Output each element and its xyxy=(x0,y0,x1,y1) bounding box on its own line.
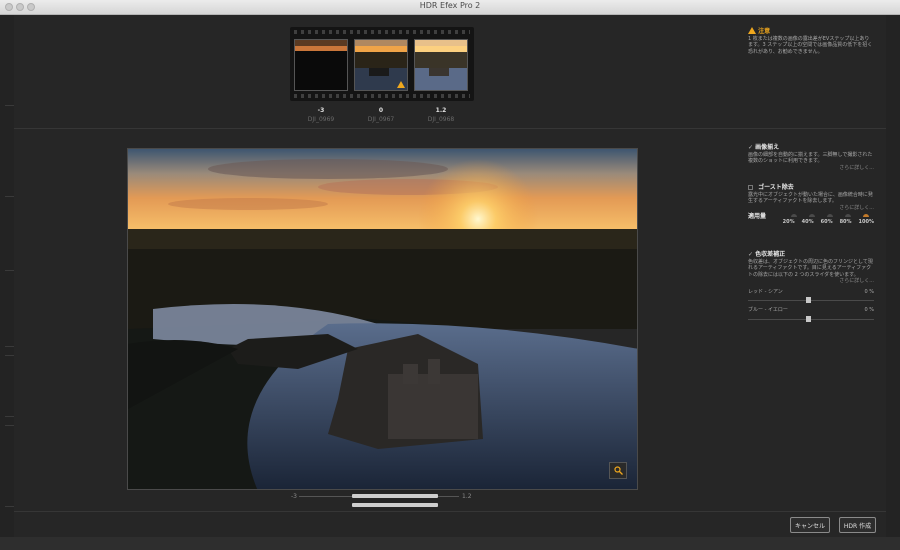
frame-image xyxy=(295,40,347,90)
ghost-level-option[interactable]: 80% xyxy=(840,219,852,226)
ghost-more-link[interactable]: さらに詳しく... xyxy=(748,205,874,212)
range-max-label: 1.2 xyxy=(462,493,472,500)
chroma-more-link[interactable]: さらに詳しく... xyxy=(748,278,874,285)
chroma-description: 色収差は、オブジェクトの周辺に色のフリンジとして現れるアーティファクトです。目に… xyxy=(748,258,873,278)
bracket-panel: -3 DJI_0969 0 DJI_0967 1.2 DJI_0968 注意 1… xyxy=(14,15,886,129)
notice-panel: 注意 1 枚または複数の画像の露出差がEVステップ以上あります。3 ステップ以上… xyxy=(748,27,874,55)
background-app-left xyxy=(0,15,16,550)
chroma-label: 色収差補正 xyxy=(755,251,786,258)
hdr-preview-image xyxy=(127,148,638,490)
ghost-level-knob[interactable] xyxy=(791,213,797,217)
checkmark-icon: ✓ xyxy=(748,251,754,258)
frame-info: -3 DJI_0969 xyxy=(296,106,346,124)
frame-ev-label: -3 xyxy=(317,107,325,114)
range-selection[interactable] xyxy=(352,494,438,498)
background-app-right xyxy=(886,15,900,550)
window-title: HDR Efex Pro 2 xyxy=(419,1,481,10)
magnifier-icon xyxy=(613,466,623,475)
dialog-main: -3 DJI_0969 0 DJI_0967 1.2 DJI_0968 注意 1… xyxy=(14,15,886,537)
ghost-level-option[interactable]: 100% xyxy=(859,219,874,226)
frame-filename: DJI_0967 xyxy=(367,116,395,123)
frame-filename: DJI_0969 xyxy=(307,116,335,123)
range-min-label: -3 xyxy=(291,493,297,500)
ghost-level-knobs xyxy=(748,213,869,217)
notice-text: 1 枚または複数の画像の露出差がEVステップ以上あります。3 ステップ以上の空間… xyxy=(748,35,873,55)
preview-photo xyxy=(128,149,637,489)
red-cyan-slider[interactable] xyxy=(748,295,874,305)
frame-thumbnail[interactable] xyxy=(354,39,408,91)
frame-image xyxy=(415,40,467,90)
alignment-more-link[interactable]: さらに詳しく... xyxy=(748,165,874,172)
title-bar: HDR Efex Pro 2 xyxy=(0,0,900,15)
background-app-bottom xyxy=(0,537,900,550)
ghost-levels: 20% 40% 60% 80% 100% xyxy=(748,219,874,226)
cancel-button[interactable]: キャンセル xyxy=(790,517,830,533)
filmstrip xyxy=(290,27,474,101)
frame-ev-label: 0 xyxy=(378,107,384,114)
loupe-button[interactable] xyxy=(609,462,627,479)
alignment-label: 画像揃え xyxy=(755,144,780,151)
ghost-level-knob[interactable] xyxy=(845,213,851,217)
frame-info: 0 DJI_0967 xyxy=(356,106,406,124)
chroma-section: ✓ 色収差補正 色収差は、オブジェクトの周辺に色のフリンジとして現れるアーティフ… xyxy=(748,251,874,324)
footer-divider xyxy=(14,511,886,512)
alignment-section: ✓ 画像揃え 画像の細部を自動的に揃えます。三脚無しで撮影された複数のショットに… xyxy=(748,144,874,172)
blue-yellow-slider[interactable] xyxy=(748,314,874,324)
notice-title: 注意 xyxy=(748,27,874,36)
warning-icon xyxy=(397,81,405,88)
ghost-level-knob[interactable] xyxy=(809,213,815,217)
frame-info: 1.2 DJI_0968 xyxy=(416,106,466,124)
ghost-level-option[interactable]: 60% xyxy=(821,219,833,226)
slider-thumb[interactable] xyxy=(806,297,811,303)
ghost-label: ゴースト除去 xyxy=(758,184,794,191)
film-perforations xyxy=(294,30,470,34)
ghost-description: 露光中にオブジェクトが動いた場合に、画像統合時に発生するアーティファクトを除去し… xyxy=(748,191,873,205)
ghost-amount-label: 適用量 xyxy=(748,213,767,220)
frame-ev-label: 1.2 xyxy=(435,107,447,114)
warning-icon xyxy=(748,27,756,34)
slider-track xyxy=(748,318,874,320)
ghost-level-knob[interactable] xyxy=(827,213,833,217)
checkmark-icon: ✓ xyxy=(748,144,754,151)
film-perforations xyxy=(294,94,470,98)
ghost-level-option[interactable]: 20% xyxy=(783,219,795,226)
slider-thumb[interactable] xyxy=(806,315,811,322)
range-slider[interactable] xyxy=(352,503,438,507)
ghost-checkbox[interactable] xyxy=(748,185,753,190)
slider-track xyxy=(748,300,874,301)
notice-title-text: 注意 xyxy=(758,28,771,35)
exposure-range-bar[interactable]: -3 1.2 xyxy=(291,493,474,511)
ghost-level-knob[interactable] xyxy=(863,213,869,217)
create-hdr-button[interactable]: HDR 作成 xyxy=(839,517,876,533)
ghost-section: ゴースト除去 露光中にオブジェクトが動いた場合に、画像統合時に発生するアーティフ… xyxy=(748,184,874,226)
alignment-description: 画像の細部を自動的に揃えます。三脚無しで撮影された複数のショットに利用できます。 xyxy=(748,151,873,165)
frame-filename: DJI_0968 xyxy=(427,116,455,123)
frame-thumbnail[interactable] xyxy=(414,39,468,91)
ghost-level-option[interactable]: 40% xyxy=(802,219,814,226)
frame-thumbnail[interactable] xyxy=(294,39,348,91)
